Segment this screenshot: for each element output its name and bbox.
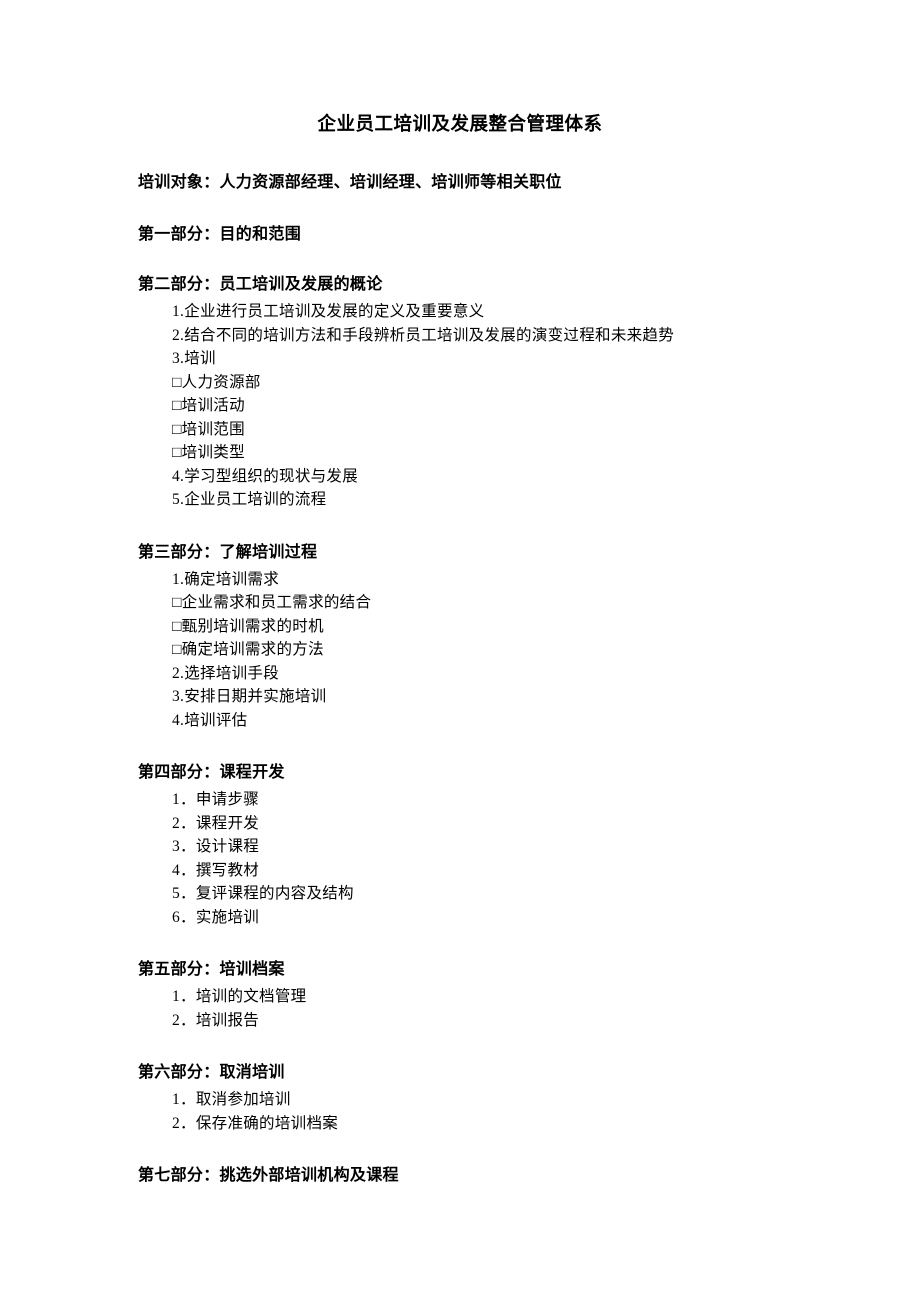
checkbox-icon: □ <box>172 421 182 438</box>
item-list: 1．培训的文档管理 2．培训报告 <box>138 985 782 1032</box>
section-heading: 第五部分：培训档案 <box>138 955 782 979</box>
training-audience: 培训对象：人力资源部经理、培训经理、培训师等相关职位 <box>138 168 782 192</box>
section-heading: 第四部分：课程开发 <box>138 758 782 782</box>
item-text: 4.培训评估 <box>172 712 247 729</box>
list-item: 2．课程开发 <box>172 812 782 836</box>
list-item: 4.培训评估 <box>172 709 782 733</box>
item-list: 1．申请步骤 2．课程开发 3．设计课程 4．撰写教材 5．复评课程的内容及结构 6．实施… <box>138 788 782 929</box>
checkbox-icon: □ <box>172 374 182 391</box>
document-section: 第七部分：挑选外部培训机构及课程 <box>138 1161 782 1185</box>
section-heading: 第二部分：员工培训及发展的概论 <box>138 270 782 294</box>
checkbox-item: □人力资源部 <box>172 371 782 395</box>
list-item: 2.结合不同的培训方法和手段辨析员工培训及发展的演变过程和未来趋势 <box>172 324 782 348</box>
document-section: 第二部分：员工培训及发展的概论 1.企业进行员工培训及发展的定义及重要意义 2.结合… <box>138 270 782 512</box>
list-item: 1．取消参加培训 <box>172 1088 782 1112</box>
section-heading: 第六部分：取消培训 <box>138 1058 782 1082</box>
checkbox-icon: □ <box>172 618 182 635</box>
list-item: 3．设计课程 <box>172 835 782 859</box>
list-item: 1.确定培训需求 <box>172 568 782 592</box>
checkbox-item: □企业需求和员工需求的结合 <box>172 591 782 615</box>
section-heading: 第七部分：挑选外部培训机构及课程 <box>138 1161 782 1185</box>
item-text: 培训类型 <box>182 444 245 461</box>
list-item: 5.企业员工培训的流程 <box>172 488 782 512</box>
document-section: 第五部分：培训档案 1．培训的文档管理 2．培训报告 <box>138 955 782 1032</box>
section-heading: 第三部分：了解培训过程 <box>138 538 782 562</box>
checkbox-item: □确定培训需求的方法 <box>172 638 782 662</box>
checkbox-icon: □ <box>172 444 182 461</box>
checkbox-icon: □ <box>172 594 182 611</box>
item-text: 1．申请步骤 <box>172 791 259 808</box>
list-item: 1．培训的文档管理 <box>172 985 782 1009</box>
checkbox-icon: □ <box>172 641 182 658</box>
list-item: 3.安排日期并实施培训 <box>172 685 782 709</box>
item-text: 2．培训报告 <box>172 1012 259 1029</box>
item-list: 1.确定培训需求□企业需求和员工需求的结合□甄别培训需求的时机□确定培训需求的方… <box>138 568 782 733</box>
checkbox-item: □甄别培训需求的时机 <box>172 615 782 639</box>
item-text: 5.企业员工培训的流程 <box>172 491 326 508</box>
item-text: 3.安排日期并实施培训 <box>172 688 326 705</box>
item-text: 1.企业进行员工培训及发展的定义及重要意义 <box>172 303 484 320</box>
item-text: 2.结合不同的培训方法和手段辨析员工培训及发展的演变过程和未来趋势 <box>172 327 674 344</box>
item-text: 培训活动 <box>182 397 245 414</box>
item-text: 2．课程开发 <box>172 815 259 832</box>
list-item: 4．撰写教材 <box>172 859 782 883</box>
item-text: 3．设计课程 <box>172 838 259 855</box>
list-item: 2．保存准确的培训档案 <box>172 1112 782 1136</box>
item-list: 1.企业进行员工培训及发展的定义及重要意义 2.结合不同的培训方法和手段辨析员工培… <box>138 300 782 512</box>
item-text: 2.选择培训手段 <box>172 665 279 682</box>
list-item: 2．培训报告 <box>172 1009 782 1033</box>
item-text: 6．实施培训 <box>172 909 259 926</box>
item-text: 甄别培训需求的时机 <box>182 618 324 635</box>
item-text: 4.学习型组织的现状与发展 <box>172 468 358 485</box>
section-heading: 第一部分：目的和范围 <box>138 220 782 244</box>
item-text: 3.培训 <box>172 350 216 367</box>
document-section: 第四部分：课程开发 1．申请步骤 2．课程开发 3．设计课程 4．撰写教材 5．复评课程的… <box>138 758 782 929</box>
item-text: 人力资源部 <box>182 374 261 391</box>
item-text: 培训范围 <box>182 421 245 438</box>
document-section: 第一部分：目的和范围 <box>138 220 782 244</box>
checkbox-item: □培训活动 <box>172 394 782 418</box>
item-text: 4．撰写教材 <box>172 862 259 879</box>
checkbox-icon: □ <box>172 397 182 414</box>
item-text: 2．保存准确的培训档案 <box>172 1115 338 1132</box>
document-title: 企业员工培训及发展整合管理体系 <box>138 110 782 136</box>
item-text: 1．培训的文档管理 <box>172 988 306 1005</box>
document-section: 第三部分：了解培训过程1.确定培训需求□企业需求和员工需求的结合□甄别培训需求的… <box>138 538 782 733</box>
list-item: 3.培训 <box>172 347 782 371</box>
list-item: 4.学习型组织的现状与发展 <box>172 465 782 489</box>
item-text: 确定培训需求的方法 <box>182 641 324 658</box>
item-text: 5．复评课程的内容及结构 <box>172 885 354 902</box>
item-text: 企业需求和员工需求的结合 <box>182 594 372 611</box>
list-item: 6．实施培训 <box>172 906 782 930</box>
list-item: 2.选择培训手段 <box>172 662 782 686</box>
list-item: 1.企业进行员工培训及发展的定义及重要意义 <box>172 300 782 324</box>
list-item: 5．复评课程的内容及结构 <box>172 882 782 906</box>
document-section: 第六部分：取消培训 1．取消参加培训 2．保存准确的培训档案 <box>138 1058 782 1135</box>
list-item: 1．申请步骤 <box>172 788 782 812</box>
checkbox-item: □培训范围 <box>172 418 782 442</box>
item-text: 1.确定培训需求 <box>172 571 279 588</box>
item-text: 1．取消参加培训 <box>172 1091 291 1108</box>
checkbox-item: □培训类型 <box>172 441 782 465</box>
sections-container: 第一部分：目的和范围第二部分：员工培训及发展的概论 1.企业进行员工培训及发展的定… <box>138 220 782 1185</box>
item-list: 1．取消参加培训 2．保存准确的培训档案 <box>138 1088 782 1135</box>
